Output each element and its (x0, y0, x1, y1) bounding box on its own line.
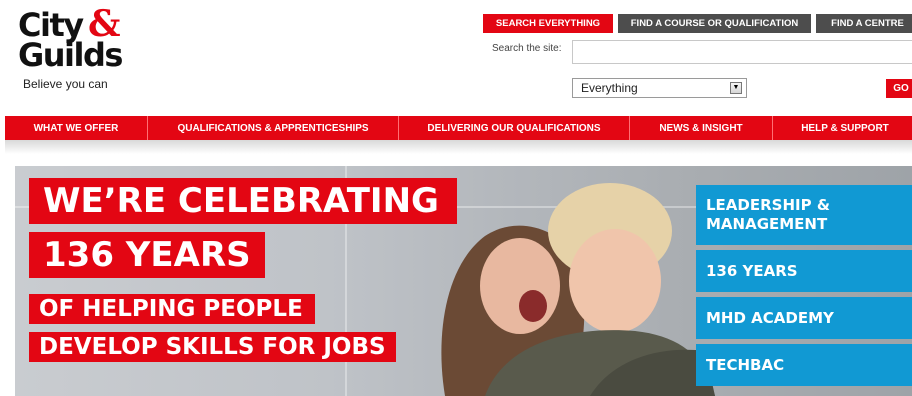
hero-headline-line-2: 136 YEARS (29, 232, 265, 278)
logo-word-guilds: Guilds (18, 36, 123, 74)
nav-item-qualifications[interactable]: QUALIFICATIONS & APPRENTICESHIPS (148, 116, 399, 140)
search-mode-tabs: SEARCH EVERYTHING FIND A COURSE OR QUALI… (483, 14, 912, 33)
logo-tagline: Believe you can (23, 77, 108, 91)
search-label: Search the site: (492, 43, 562, 54)
search-input[interactable] (572, 40, 912, 64)
side-link-leadership[interactable]: LEADERSHIP & MANAGEMENT (696, 185, 912, 245)
side-link-leadership-line-1: LEADERSHIP & (706, 196, 830, 214)
go-button[interactable]: GO (886, 79, 912, 98)
search-scope-select[interactable]: Everything ▼ (572, 78, 747, 98)
nav-item-what-we-offer[interactable]: WHAT WE OFFER (5, 116, 148, 140)
hero-headline-line-4: DEVELOP SKILLS FOR JOBS (29, 332, 396, 362)
search-scope-value: Everything (581, 81, 638, 95)
side-link-techbac[interactable]: TECHBAC (696, 344, 912, 386)
tab-find-centre[interactable]: FIND A CENTRE (816, 14, 912, 33)
side-link-136-years[interactable]: 136 YEARS (696, 250, 912, 292)
hero-headline-line-1: WE’RE CELEBRATING (29, 178, 457, 224)
side-link-leadership-line-2: MANAGEMENT (706, 215, 828, 233)
tab-find-course[interactable]: FIND A COURSE OR QUALIFICATION (618, 14, 811, 33)
chevron-down-icon[interactable]: ▼ (730, 82, 742, 94)
side-link-mhd-academy[interactable]: MHD ACADEMY (696, 297, 912, 339)
hero-banner[interactable]: WE’RE CELEBRATING 136 YEARS OF HELPING P… (15, 166, 912, 396)
city-and-guilds-logo[interactable]: City & Guilds Believe you can (18, 6, 158, 98)
nav-item-delivering[interactable]: DELIVERING OUR QUALIFICATIONS (399, 116, 630, 140)
nav-item-help[interactable]: HELP & SUPPORT (773, 116, 912, 140)
tab-search-everything[interactable]: SEARCH EVERYTHING (483, 14, 613, 33)
nav-item-news[interactable]: NEWS & INSIGHT (630, 116, 773, 140)
hero-headline-line-3: OF HELPING PEOPLE (29, 294, 315, 324)
nav-shadow (5, 140, 912, 154)
main-navigation: WHAT WE OFFER QUALIFICATIONS & APPRENTIC… (5, 116, 912, 140)
side-link-leadership-label: LEADERSHIP & MANAGEMENT (706, 196, 830, 234)
